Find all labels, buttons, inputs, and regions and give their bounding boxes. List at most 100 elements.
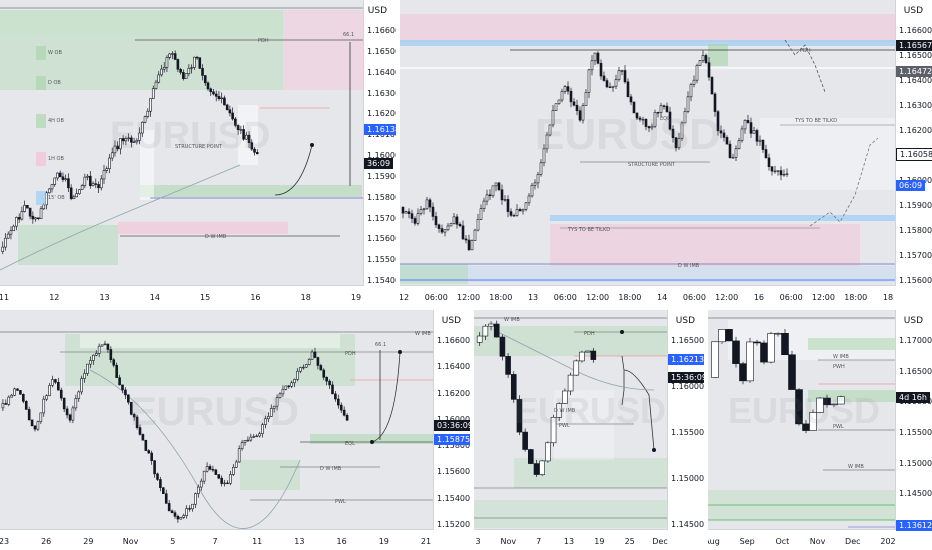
chart-panel-4[interactable]: W IMB PDH D W IMB PWL EURUSD USD 1.16500 1.1… xyxy=(474,310,704,550)
time-tick-label: 3 xyxy=(475,537,481,546)
candle xyxy=(560,88,564,103)
candle xyxy=(557,99,561,105)
candle xyxy=(605,78,609,89)
price-axis[interactable]: USD 1.16600 1.16500 1.16400 1.16300 1.16200 1… xyxy=(363,0,396,306)
price-tick-label: 1.16300 xyxy=(367,88,396,98)
candle xyxy=(425,196,429,210)
candle xyxy=(760,340,768,365)
chart-panel-5[interactable]: W IMB PWH PWL W IMB EURUSD USD 1.17000 1.165… xyxy=(708,310,932,550)
candle xyxy=(725,135,729,145)
time-axis[interactable]: 11 12 13 14 15 16 18 19 xyxy=(0,285,364,306)
ob-legend-swatch xyxy=(36,191,46,205)
ob-band xyxy=(80,334,340,348)
candle xyxy=(404,210,408,214)
candle xyxy=(725,328,733,342)
price-tick-label: 1.15900 xyxy=(899,201,932,210)
candle xyxy=(590,55,594,76)
time-tick-label: 26 xyxy=(41,537,52,546)
candle xyxy=(629,94,633,106)
candle xyxy=(36,420,40,432)
price-tick-label: 1.15700 xyxy=(367,213,396,223)
symbol-watermark: EURUSD xyxy=(514,390,667,431)
symbol-watermark: EURUSD xyxy=(535,110,721,159)
candle xyxy=(704,53,708,65)
candle xyxy=(710,76,714,95)
range-box xyxy=(760,118,896,190)
candle xyxy=(304,363,308,368)
candle xyxy=(31,211,35,224)
measure-label: 66.1 xyxy=(375,342,386,348)
price-tick-label: 1.16200 xyxy=(367,109,396,119)
candle xyxy=(416,208,420,226)
pdh-label: PDH xyxy=(258,38,269,44)
candle xyxy=(692,75,696,88)
candle xyxy=(593,52,597,65)
structure-zone xyxy=(140,185,362,197)
candle xyxy=(449,222,453,227)
candle xyxy=(740,125,744,143)
candle xyxy=(728,140,732,159)
time-tick-label: 5 xyxy=(170,537,176,546)
projection-point xyxy=(652,448,656,452)
price-tick-label: 1.16400 xyxy=(367,67,396,77)
time-tick-label: 7 xyxy=(536,537,542,546)
candle xyxy=(337,394,340,409)
price-axis[interactable]: USD 1.16500 1.16000 1.15500 1.15000 1.14500 1… xyxy=(667,310,704,550)
chart-panel-1[interactable]: PDHSTRUCTURE POINTD W IMBPWL66.1 EURUSD … xyxy=(0,0,396,306)
time-axis[interactable]: Aug Sep Oct Nov Dec 202 xyxy=(708,529,896,550)
time-tick-label: Aug xyxy=(708,537,720,546)
candle xyxy=(626,78,630,98)
candle xyxy=(65,406,69,419)
price-axis[interactable]: USD 1.170001.165001.160001.155001.150001… xyxy=(895,310,932,550)
imbalance-label: D W IMB xyxy=(678,263,700,269)
candle xyxy=(77,390,81,403)
time-tick-label: Nov xyxy=(122,537,139,546)
price-axis[interactable]: USD 1.16600 1.16500 1.16400 1.16300 1.16200 1… xyxy=(895,0,932,306)
candle xyxy=(499,334,506,361)
candle xyxy=(10,393,13,398)
time-axis[interactable]: 23 26 29 Nov 5 7 11 13 16 19 21 xyxy=(0,529,434,550)
candle xyxy=(587,68,591,99)
candle xyxy=(45,394,48,402)
candle xyxy=(4,399,8,405)
price-tag: 1.13612 xyxy=(896,520,932,531)
price-tick-label: 1.15900 xyxy=(367,171,396,181)
chart-panel-2[interactable]: EQL STRUCTURE POINT D W IMB TYS TO BE TILKD… xyxy=(400,0,932,306)
candle xyxy=(488,189,492,201)
candle xyxy=(124,387,127,399)
candle xyxy=(182,513,186,519)
candle xyxy=(755,128,759,146)
time-tick-label: 12:00 xyxy=(457,293,481,302)
price-axis[interactable]: USD 1.166001.164001.162001.160001.158001… xyxy=(433,310,470,550)
time-tick-label: 12:00 xyxy=(715,293,739,302)
candle xyxy=(170,509,174,514)
candle xyxy=(6,231,10,239)
price-tag: 03:36:09 xyxy=(434,420,470,431)
price-tick-label: 1.16600 xyxy=(367,26,396,35)
candle xyxy=(701,50,705,63)
candle xyxy=(217,90,221,101)
candle xyxy=(97,181,100,194)
candle xyxy=(749,117,753,138)
candle xyxy=(83,173,87,189)
tys-label: TYS TO BE TILKD xyxy=(794,118,837,124)
candle xyxy=(149,98,152,117)
time-tick-label: 16 xyxy=(753,293,765,302)
candle xyxy=(345,413,349,421)
candle xyxy=(234,459,238,468)
candle xyxy=(209,87,213,96)
time-axis[interactable]: 3 Nov 7 13 19 25 Dec xyxy=(474,529,668,550)
candle xyxy=(13,387,16,397)
ob-legend-label: D OB xyxy=(48,80,61,86)
candle xyxy=(167,500,171,512)
candle xyxy=(614,74,618,90)
candle xyxy=(53,177,57,187)
candle xyxy=(497,181,501,192)
candle xyxy=(491,185,495,198)
candle xyxy=(50,184,54,193)
time-tick-label: 06:00 xyxy=(779,293,803,302)
time-axis[interactable]: 12 06:00 12:00 18:00 13 06:00 12:00 18:00 14 06:0… xyxy=(400,285,896,306)
price-tick-label: 1.16500 xyxy=(899,366,932,376)
chart-panel-3[interactable]: W IMB PDH 66.1 EQL D W IMB PWL EURUSD USD 1.1… xyxy=(0,310,470,550)
price-tick-label: 1.15400 xyxy=(437,493,470,503)
